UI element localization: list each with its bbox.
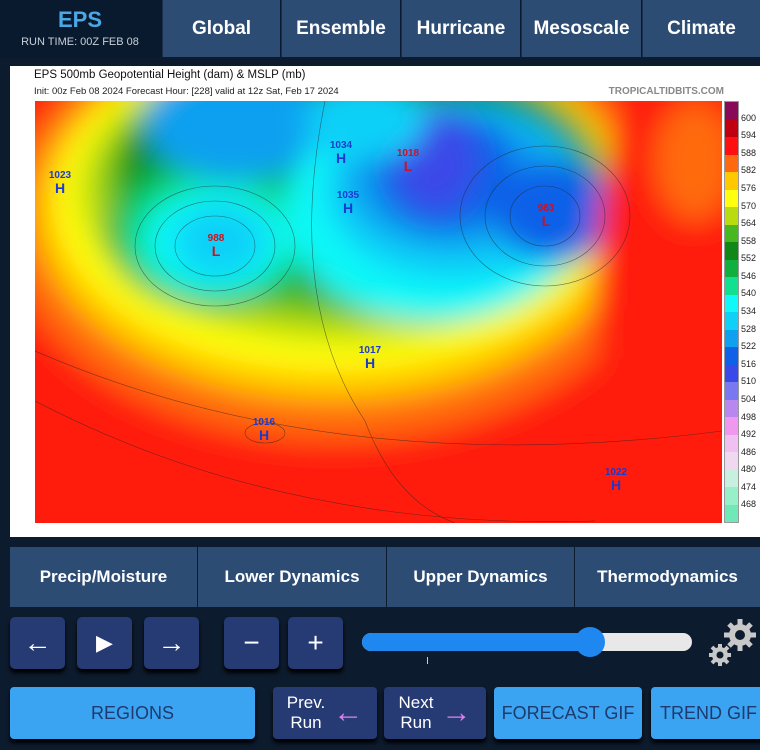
colorbar-swatch [725, 119, 738, 137]
tab-lower-dynamics[interactable]: Lower Dynamics [198, 547, 386, 607]
colorbar-label: 498 [741, 411, 757, 422]
nav-hurricane[interactable]: Hurricane [401, 0, 520, 57]
colorbar-label: 564 [741, 218, 757, 229]
model-name: EPS [57, 7, 103, 32]
prev-run-label2: Run [290, 713, 322, 732]
colorbar-label: 510 [741, 376, 757, 387]
low-pressure-center: 1018 L [396, 148, 420, 174]
height-field [35, 101, 722, 523]
watermark: TROPICALTIDBITS.COM [608, 86, 724, 97]
colorbar-label: 582 [741, 165, 757, 176]
high-pressure-center: 1016 H [252, 417, 276, 443]
forecast-gif-button[interactable]: FORECAST GIF [494, 687, 642, 739]
prev-run-label: Prev. [286, 693, 326, 712]
high-pressure-center: 1034 H [329, 140, 353, 166]
high-pressure-center: 1022 H [604, 467, 628, 493]
slider-tick [427, 657, 428, 664]
top-bar: EPS RUN TIME: 00Z FEB 08 Global Ensemble… [0, 0, 760, 57]
low-pressure-center: 983 L [537, 203, 555, 229]
colorbar-label: 570 [741, 200, 757, 211]
map-title: EPS 500mb Geopotential Height (dam) & MS… [34, 69, 306, 81]
colorbar-label: 600 [741, 112, 757, 123]
high-pressure-center: 1035 H [336, 190, 360, 216]
colorbar-label: 546 [741, 270, 757, 281]
run-time: RUN TIME: 00Z FEB 08 [21, 36, 139, 48]
colorbar-label: 474 [741, 481, 757, 492]
tab-upper-dynamics[interactable]: Upper Dynamics [387, 547, 574, 607]
zoom-in-button[interactable]: + [288, 617, 343, 669]
next-frame-button[interactable]: → [144, 617, 199, 669]
colorbar-label: 558 [741, 235, 757, 246]
colorbar-label: 528 [741, 323, 757, 334]
map-panel: EPS 500mb Geopotential Height (dam) & MS… [10, 66, 760, 537]
colorbar-label: 540 [741, 288, 757, 299]
next-run-button[interactable]: Next Run → [384, 687, 486, 739]
colorbar-label: 492 [741, 429, 757, 440]
slider-fill [362, 633, 590, 651]
trend-gif-button[interactable]: TREND GIF [651, 687, 760, 739]
colorbar-label: 516 [741, 358, 757, 369]
colorbar-label: 588 [741, 147, 757, 158]
colorbar-swatch [725, 172, 738, 190]
map-subtitle: Init: 00z Feb 08 2024 Forecast Hour: [22… [34, 86, 339, 97]
colorbar-label: 486 [741, 446, 757, 457]
nav-mesoscale[interactable]: Mesoscale [521, 0, 641, 57]
next-run-label2: Run [400, 713, 432, 732]
low-pressure-center: 988 L [207, 233, 225, 259]
colorbar-swatch [725, 434, 738, 452]
colorbar-label: 468 [741, 499, 757, 510]
colorbar-swatch [725, 259, 738, 277]
colorbar-swatch [725, 347, 738, 365]
colorbar-swatch [725, 382, 738, 400]
forecast-hour-slider[interactable] [362, 627, 692, 657]
slider-handle[interactable] [574, 627, 605, 657]
colorbar-swatch [725, 417, 738, 435]
colorbar-swatch [725, 137, 738, 155]
nav-global[interactable]: Global [162, 0, 280, 57]
nav-climate[interactable]: Climate [642, 0, 760, 57]
colorbar-swatch [725, 207, 738, 225]
colorbar-label: 576 [741, 182, 757, 193]
arrow-left-icon: ← [333, 696, 364, 729]
colorbar-swatch [725, 277, 738, 295]
weather-map[interactable] [35, 101, 722, 523]
tab-precip-moisture[interactable]: Precip/Moisture [10, 547, 197, 607]
colorbar-swatch [725, 452, 738, 470]
colorbar-swatch [725, 154, 738, 172]
colorbar-swatch [725, 294, 738, 312]
settings-gear-icon[interactable] [706, 617, 760, 669]
colorbar-swatch [725, 364, 738, 382]
colorbar-swatch [725, 469, 738, 487]
colorbar-label: 552 [741, 253, 757, 264]
arrow-right-icon: → [441, 696, 472, 729]
colorbar-swatch [725, 504, 738, 522]
play-button[interactable]: ▶ [77, 617, 132, 669]
high-pressure-center: 1017 H [358, 345, 382, 371]
next-run-label: Next [398, 693, 434, 712]
prev-run-button[interactable]: Prev. Run ← [273, 687, 377, 739]
high-pressure-center: 1023 H [48, 170, 72, 196]
colorbar-label: 480 [741, 464, 757, 475]
regions-button[interactable]: REGIONS [10, 687, 255, 739]
colorbar-swatch [725, 189, 738, 207]
colorbar-label: 522 [741, 341, 757, 352]
tab-thermodynamics[interactable]: Thermodynamics [575, 547, 760, 607]
brand[interactable]: EPS RUN TIME: 00Z FEB 08 [0, 0, 160, 57]
colorbar [724, 101, 739, 523]
colorbar-swatch [725, 487, 738, 505]
colorbar-swatch [725, 399, 738, 417]
nav-ensemble[interactable]: Ensemble [281, 0, 400, 57]
colorbar-label: 504 [741, 393, 757, 404]
colorbar-swatch [725, 329, 738, 347]
colorbar-swatch [725, 102, 738, 120]
prev-frame-button[interactable]: ← [10, 617, 65, 669]
colorbar-label: 534 [741, 306, 757, 316]
colorbar-swatch [725, 242, 738, 260]
colorbar-swatch [725, 312, 738, 330]
colorbar-swatch [725, 224, 738, 242]
zoom-out-button[interactable]: − [224, 617, 279, 669]
colorbar-label: 594 [741, 130, 757, 141]
